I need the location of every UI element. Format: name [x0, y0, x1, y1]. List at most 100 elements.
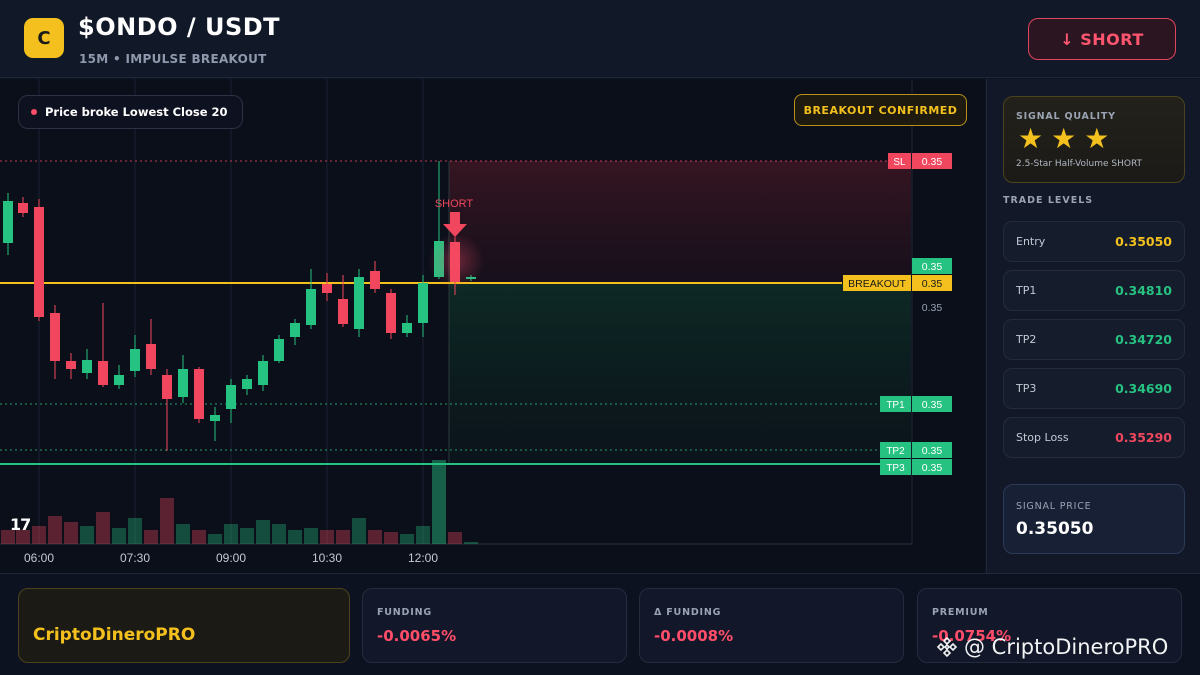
candle-body: [146, 344, 156, 369]
signal-price-card: SIGNAL PRICE 0.35050: [1003, 484, 1185, 554]
pair-title: $ONDO / USDT: [78, 13, 281, 41]
watermark-text: @ CriptoDineroPRO: [964, 635, 1169, 659]
level-tp1: TP1 0.34810: [1003, 270, 1185, 311]
brand-card: CriptoDineroPRO: [18, 588, 350, 663]
price-chart[interactable]: SHORT SL 0.35 0.35 BREAKOUT 0.35 0.35 TP…: [0, 79, 985, 573]
coin-logo-icon: C: [24, 18, 64, 58]
level-stop-loss: Stop Loss 0.35290: [1003, 417, 1185, 458]
level-value: 0.34690: [1115, 381, 1172, 396]
footer: CriptoDineroPRO FUNDING -0.0065% Δ FUNDI…: [0, 573, 1200, 675]
volume-bar: [48, 516, 62, 544]
volume-bar: [96, 512, 110, 544]
candle-body: [338, 299, 348, 324]
delta-funding-card: Δ FUNDING -0.0008%: [639, 588, 904, 663]
tp1-price-tag: TP1 0.35: [880, 396, 952, 412]
volume-bar: [384, 532, 398, 544]
volume-bar: [144, 530, 158, 544]
candle-body: [18, 203, 28, 213]
level-value: 0.35050: [1115, 234, 1172, 249]
brand-name: CriptoDineroPRO: [33, 625, 196, 645]
level-tp3: TP3 0.34690: [1003, 368, 1185, 409]
volume-bar: [336, 530, 350, 544]
volume-bar: [448, 532, 462, 544]
header: C $ONDO / USDT 15M • IMPULSE BREAKOUT ↓ …: [0, 0, 1200, 78]
volume-bar: [464, 542, 478, 544]
alert-dot-icon: [31, 109, 37, 115]
volume-bar: [400, 534, 414, 544]
volume-bar: [208, 534, 222, 544]
candle-body: [290, 323, 300, 337]
candle-body: [162, 375, 172, 399]
volume-bar: [368, 530, 382, 544]
svg-text:0.35: 0.35: [922, 278, 943, 290]
volume-bar: [352, 518, 366, 544]
signal-price-label: SIGNAL PRICE: [1016, 501, 1092, 512]
delta-funding-label: Δ FUNDING: [654, 607, 722, 618]
candle-body: [114, 375, 124, 385]
pair-subtitle: 15M • IMPULSE BREAKOUT: [79, 52, 267, 66]
signal-sidebar: SIGNAL QUALITY ★★★ 2.5-Star Half-Volume …: [986, 79, 1200, 573]
svg-text:TP3: TP3: [886, 463, 905, 474]
candle-body: [306, 289, 316, 325]
volume-bar: [112, 528, 126, 544]
volume-bars-group: [1, 460, 478, 544]
volume-bar: [176, 524, 190, 544]
short-button[interactable]: ↓ SHORT: [1028, 18, 1176, 60]
breakout-price-tag: BREAKOUT 0.35: [843, 275, 952, 291]
candle-body: [130, 349, 140, 371]
funding-value: -0.0065%: [377, 627, 457, 645]
sl-price-tag: SL 0.35: [888, 153, 952, 169]
level-entry: Entry 0.35050: [1003, 221, 1185, 262]
funding-card: FUNDING -0.0065%: [362, 588, 627, 663]
volume-bar: [256, 520, 270, 544]
current-price-tag: 0.35: [912, 258, 952, 274]
candle-body: [402, 323, 412, 333]
candles-group: [3, 161, 476, 451]
candle-body: [226, 385, 236, 409]
signal-price-value: 0.35050: [1016, 519, 1094, 539]
premium-label: PREMIUM: [932, 607, 989, 618]
svg-text:0.35: 0.35: [922, 445, 943, 457]
volume-bar: [32, 526, 46, 544]
time-label: 12:00: [408, 551, 438, 565]
time-label: 06:00: [24, 551, 54, 565]
level-label: TP1: [1016, 284, 1037, 297]
level-label: Entry: [1016, 235, 1046, 248]
tp3-price-tag: TP3 0.35: [880, 459, 952, 475]
signal-reason-badge: Price broke Lowest Close 20: [18, 95, 243, 129]
svg-text:0.35: 0.35: [922, 399, 943, 411]
volume-bar: [320, 530, 334, 544]
signal-quality-card: SIGNAL QUALITY ★★★ 2.5-Star Half-Volume …: [1003, 96, 1185, 183]
volume-bar: [160, 498, 174, 544]
candle-body: [34, 207, 44, 317]
candle-body: [194, 369, 204, 419]
level-tp2: TP2 0.34720: [1003, 319, 1185, 360]
signal-quality-label: SIGNAL QUALITY: [1016, 111, 1116, 122]
svg-text:BREAKOUT: BREAKOUT: [848, 278, 906, 290]
time-label: 07:30: [120, 551, 150, 565]
level-label: Stop Loss: [1016, 431, 1069, 444]
level-value: 0.34720: [1115, 332, 1172, 347]
volume-bar: [288, 530, 302, 544]
chart-canvas: SHORT SL 0.35 0.35 BREAKOUT 0.35 0.35 TP…: [0, 79, 952, 565]
svg-text:TP1: TP1: [886, 400, 905, 411]
svg-text:0.35: 0.35: [922, 156, 943, 168]
volume-bar: [304, 528, 318, 544]
level-label: TP2: [1016, 333, 1037, 346]
volume-bar: [192, 530, 206, 544]
level-label: TP3: [1016, 382, 1037, 395]
svg-text:0.35: 0.35: [922, 462, 943, 474]
stars-glyphs: ★★★: [1018, 122, 1118, 155]
volume-bar: [224, 524, 238, 544]
tp2-price-tag: TP2 0.35: [880, 442, 952, 458]
level-value: 0.34810: [1115, 283, 1172, 298]
signal-quality-desc: 2.5-Star Half-Volume SHORT: [1016, 159, 1143, 169]
breakout-confirmed-badge: BREAKOUT CONFIRMED: [794, 94, 967, 126]
candle-body: [210, 415, 220, 421]
volume-bar: [128, 518, 142, 544]
candle-body: [258, 361, 268, 385]
tradingview-logo-icon: 17: [10, 515, 31, 534]
short-marker-label: SHORT: [435, 198, 474, 210]
candle-body: [354, 277, 364, 329]
candle-body: [370, 271, 380, 289]
